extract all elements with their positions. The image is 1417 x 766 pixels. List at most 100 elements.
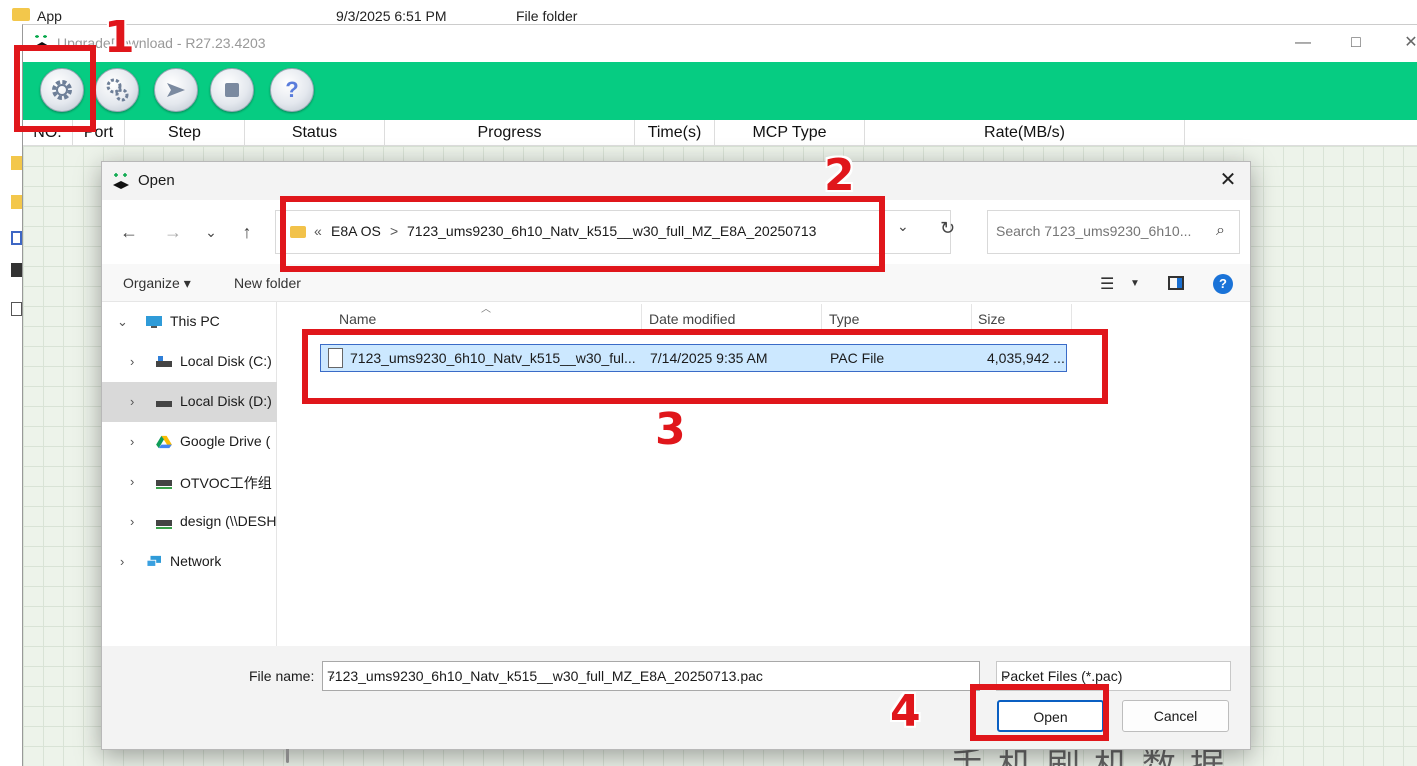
stop-download-button[interactable] (210, 68, 254, 112)
new-folder-button[interactable]: New folder (234, 275, 301, 291)
close-icon[interactable]: ✕ (1401, 33, 1417, 53)
search-input[interactable] (996, 223, 1201, 239)
google-drive-icon (156, 435, 172, 449)
network-drive-icon (156, 480, 172, 489)
recent-locations-chevron-icon[interactable]: ⌄ (199, 220, 223, 244)
column-header-name[interactable]: Name (339, 302, 376, 332)
start-download-button[interactable] (154, 68, 198, 112)
column-header-mcp-type[interactable]: MCP Type (715, 120, 865, 146)
nav-item-label: Local Disk (D:) (180, 393, 272, 409)
folder-icon (11, 156, 22, 170)
upgrade-toolbar: ? (23, 62, 1417, 120)
column-header-date-modified[interactable]: Date modified (649, 302, 735, 332)
annotation-number-3: 3 (655, 404, 686, 455)
chevron-right-icon[interactable]: › (120, 554, 124, 569)
column-divider[interactable] (641, 304, 642, 332)
organize-label: Organize (123, 275, 180, 291)
network-icon (146, 555, 161, 567)
nav-item-otvoc[interactable]: › OTVOC工作组 (102, 462, 277, 502)
settings-button[interactable] (95, 68, 139, 112)
nav-item-label: design (\\DESH (180, 513, 277, 529)
background-explorer-row[interactable]: App 9/3/2025 6:51 PM File folder (0, 0, 1417, 26)
sort-ascending-caret-icon: ︿ (481, 304, 491, 315)
annotation-number-4: 4 (890, 686, 921, 737)
cancel-button[interactable]: Cancel (1122, 700, 1229, 732)
app-icon (11, 263, 22, 277)
refresh-icon[interactable]: ↻ (940, 218, 955, 239)
chevron-right-icon[interactable]: › (130, 514, 134, 529)
nav-item-label: Local Disk (C:) (180, 353, 272, 369)
port-table-header: NO. Port Step Status Progress Time(s) MC… (23, 120, 1417, 146)
dialog-title: Open (138, 172, 175, 189)
column-divider[interactable] (1071, 304, 1072, 332)
chevron-right-icon[interactable]: › (130, 434, 134, 449)
folder-icon (12, 8, 30, 21)
nav-item-design[interactable]: › design (\\DESH (102, 502, 277, 542)
column-header-step[interactable]: Step (125, 120, 245, 146)
column-header-status[interactable]: Status (245, 120, 385, 146)
chevron-right-icon[interactable]: › (130, 474, 134, 489)
app-icon (113, 173, 129, 189)
window-icon (11, 231, 22, 245)
view-options-icon[interactable]: ☰ (1100, 274, 1114, 294)
chevron-right-icon[interactable]: › (130, 354, 134, 369)
dialog-titlebar: Open ✕ (102, 162, 1250, 200)
column-header-type[interactable]: Type (829, 302, 859, 332)
annotation-box-1 (14, 45, 96, 132)
background-row-type: File folder (516, 8, 578, 24)
organize-button[interactable]: Organize ▾ (123, 275, 191, 292)
view-dropdown-chevron-icon[interactable]: ▼ (1130, 278, 1140, 289)
nav-item-label: Google Drive ( (180, 433, 271, 449)
folder-icon (11, 195, 22, 209)
chevron-down-icon[interactable]: ⌄ (117, 314, 128, 330)
search-box[interactable]: ⌕ (987, 210, 1240, 254)
up-arrow-icon[interactable]: ↑ (235, 220, 259, 244)
annotation-box-3 (302, 329, 1108, 404)
search-icon: ⌕ (1216, 222, 1225, 239)
chevron-down-icon[interactable]: ⌄ (327, 668, 973, 682)
help-button[interactable]: ? (270, 68, 314, 112)
nav-item-network[interactable]: › Network (102, 542, 277, 582)
nav-item-google-drive[interactable]: › Google Drive ( (102, 422, 277, 462)
address-dropdown-chevron-icon[interactable]: ⌄ (897, 218, 909, 235)
file-name-label: File name: (249, 668, 315, 684)
annotation-box-2 (280, 196, 885, 272)
preview-pane-icon[interactable] (1168, 276, 1184, 290)
gears-icon (106, 78, 129, 102)
column-divider[interactable] (821, 304, 822, 332)
column-divider[interactable] (971, 304, 972, 332)
network-drive-icon (156, 520, 172, 529)
nav-item-local-disk-c[interactable]: › Local Disk (C:) (102, 342, 277, 382)
maximize-icon[interactable]: □ (1346, 33, 1366, 53)
annotation-box-4 (970, 684, 1109, 741)
upgrade-window-titlebar: UpgradeDownload - R27.23.4203 — □ ✕ (23, 25, 1417, 62)
drive-icon (156, 356, 172, 367)
nav-item-label: OTVOC工作组 (180, 475, 272, 491)
column-header-progress[interactable]: Progress (385, 120, 635, 146)
column-header-size[interactable]: Size (978, 302, 1005, 332)
stop-square-icon (225, 83, 239, 97)
question-icon: ? (285, 77, 299, 102)
background-row-date: 9/3/2025 6:51 PM (336, 8, 447, 24)
chevron-right-icon[interactable]: › (130, 394, 134, 409)
file-icon (11, 302, 22, 316)
navigation-pane: ⌄ This PC › Local Disk (C:) › Local Disk… (102, 302, 289, 763)
back-arrow-icon[interactable]: ← (117, 220, 141, 244)
play-arrow-icon (167, 83, 185, 97)
nav-item-this-pc[interactable]: ⌄ This PC (102, 302, 277, 342)
monitor-icon (146, 316, 162, 328)
nav-item-local-disk-d[interactable]: › Local Disk (D:) (102, 382, 277, 422)
minimize-icon[interactable]: — (1293, 33, 1313, 53)
nav-item-label: This PC (170, 313, 220, 329)
help-icon[interactable]: ? (1213, 274, 1233, 294)
background-row-name: App (37, 8, 62, 24)
close-icon[interactable]: ✕ (1216, 168, 1240, 192)
nav-item-label: Network (170, 553, 222, 569)
annotation-number-2: 2 (824, 150, 855, 201)
annotation-number-1: 1 (104, 12, 135, 63)
column-header-rate[interactable]: Rate(MB/s) (865, 120, 1185, 146)
forward-arrow-icon[interactable]: → (161, 220, 185, 244)
chevron-down-icon[interactable]: ⌄ (1001, 668, 1224, 682)
column-header-time[interactable]: Time(s) (635, 120, 715, 146)
file-name-combobox[interactable]: 7123_ums9230_6h10_Natv_k515__w30_full_MZ… (322, 661, 980, 691)
